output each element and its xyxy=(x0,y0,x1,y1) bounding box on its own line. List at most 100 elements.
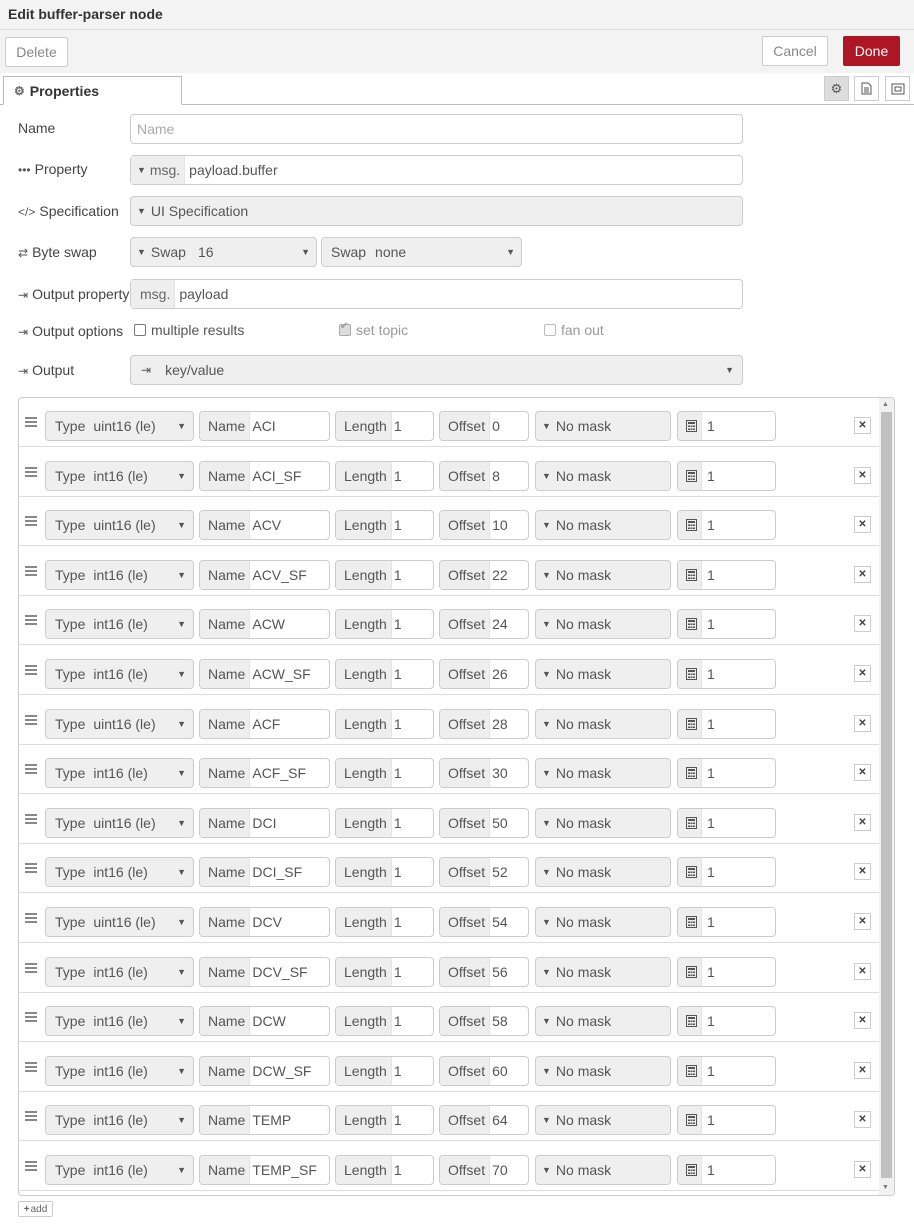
mask-select[interactable]: ▼ No mask xyxy=(535,1155,671,1185)
scale-field[interactable]: 1 xyxy=(677,1055,776,1086)
property-type-select[interactable]: ▼ msg. xyxy=(131,156,186,184)
gear-icon[interactable]: ⚙ xyxy=(824,76,849,101)
length-field[interactable]: Length 1 xyxy=(335,609,434,640)
length-field[interactable]: Length 1 xyxy=(335,807,434,838)
length-field[interactable]: Length 1 xyxy=(335,1006,434,1037)
grip-icon[interactable] xyxy=(25,813,37,826)
close-icon[interactable]: ✕ xyxy=(854,1111,871,1129)
length-field[interactable]: Length 1 xyxy=(335,1155,434,1185)
grip-icon[interactable] xyxy=(25,1061,37,1074)
close-icon[interactable]: ✕ xyxy=(854,615,871,633)
grip-icon[interactable] xyxy=(25,417,37,429)
offset-field[interactable]: Offset 60 xyxy=(439,1055,529,1086)
checkbox-box[interactable] xyxy=(134,324,146,336)
scale-field[interactable]: 1 xyxy=(677,659,776,689)
scale-field[interactable]: 1 xyxy=(677,758,776,789)
type-select[interactable]: Type int16 (le) ▼ xyxy=(45,559,194,590)
scrollbar[interactable]: ▲ ▼ xyxy=(879,398,894,1195)
name-field[interactable]: Name DCI_SF xyxy=(199,857,330,888)
length-field[interactable]: Length 1 xyxy=(335,659,434,689)
name-input[interactable]: Name xyxy=(130,114,743,144)
offset-field[interactable]: Offset 58 xyxy=(439,1006,529,1037)
grip-icon[interactable] xyxy=(25,1111,37,1123)
name-field[interactable]: Name DCV_SF xyxy=(199,956,330,987)
name-field[interactable]: Name TEMP xyxy=(199,1105,330,1136)
name-field[interactable]: Name DCV xyxy=(199,907,330,937)
scale-field[interactable]: 1 xyxy=(677,1105,776,1136)
grip-icon[interactable] xyxy=(25,863,37,875)
mask-select[interactable]: ▼ No mask xyxy=(535,1006,671,1037)
type-select[interactable]: Type int16 (le) ▼ xyxy=(45,609,194,640)
grip-icon[interactable] xyxy=(25,615,37,627)
name-field[interactable]: Name ACW_SF xyxy=(199,659,330,689)
scale-field[interactable]: 1 xyxy=(677,956,776,987)
close-icon[interactable]: ✕ xyxy=(854,1012,871,1030)
set-topic-checkbox[interactable]: set topic xyxy=(339,321,408,338)
type-select[interactable]: Type uint16 (le) ▼ xyxy=(45,708,194,739)
close-icon[interactable]: ✕ xyxy=(854,1161,871,1178)
delete-button[interactable]: Delete xyxy=(5,37,68,67)
length-field[interactable]: Length 1 xyxy=(335,1105,434,1136)
scale-field[interactable]: 1 xyxy=(677,907,776,937)
name-field[interactable]: Name TEMP_SF xyxy=(199,1155,330,1185)
checkbox-box[interactable] xyxy=(339,321,351,336)
grip-icon[interactable] xyxy=(25,913,37,925)
close-icon[interactable]: ✕ xyxy=(854,913,871,930)
cancel-button[interactable]: Cancel xyxy=(762,36,828,66)
close-icon[interactable]: ✕ xyxy=(854,417,871,434)
name-field[interactable]: Name DCI xyxy=(199,807,330,838)
type-select[interactable]: Type int16 (le) ▼ xyxy=(45,1155,194,1185)
mask-select[interactable]: ▼ No mask xyxy=(535,1055,671,1086)
scale-field[interactable]: 1 xyxy=(677,807,776,838)
length-field[interactable]: Length 1 xyxy=(335,559,434,590)
scale-field[interactable]: 1 xyxy=(677,1155,776,1185)
grip-icon[interactable] xyxy=(25,1012,37,1024)
mask-select[interactable]: ▼ No mask xyxy=(535,807,671,838)
name-field[interactable]: Name ACV xyxy=(199,510,330,541)
grip-icon[interactable] xyxy=(25,764,37,776)
offset-field[interactable]: Offset 22 xyxy=(439,559,529,590)
mask-select[interactable]: ▼ No mask xyxy=(535,708,671,739)
offset-field[interactable]: Offset 8 xyxy=(439,460,529,491)
type-select[interactable]: Type int16 (le) ▼ xyxy=(45,857,194,888)
grip-icon[interactable] xyxy=(25,714,37,727)
name-field[interactable]: Name ACF_SF xyxy=(199,758,330,789)
close-icon[interactable]: ✕ xyxy=(854,962,871,980)
type-select[interactable]: Type uint16 (le) ▼ xyxy=(45,510,194,541)
offset-field[interactable]: Offset 28 xyxy=(439,708,529,739)
type-select[interactable]: Type int16 (le) ▼ xyxy=(45,460,194,491)
grip-icon[interactable] xyxy=(25,466,37,479)
mask-select[interactable]: ▼ No mask xyxy=(535,956,671,987)
offset-field[interactable]: Offset 0 xyxy=(439,411,529,441)
length-field[interactable]: Length 1 xyxy=(335,460,434,491)
grip-icon[interactable] xyxy=(25,665,37,677)
grip-icon[interactable] xyxy=(25,516,37,528)
type-select[interactable]: Type int16 (le) ▼ xyxy=(45,659,194,689)
mask-select[interactable]: ▼ No mask xyxy=(535,460,671,491)
swap2-select[interactable]: Swap none ▼ xyxy=(321,237,522,267)
output-property-input[interactable]: msg. payload xyxy=(130,279,743,309)
length-field[interactable]: Length 1 xyxy=(335,510,434,541)
offset-field[interactable]: Offset 10 xyxy=(439,510,529,541)
scale-field[interactable]: 1 xyxy=(677,1006,776,1037)
close-icon[interactable]: ✕ xyxy=(854,714,871,732)
mask-select[interactable]: ▼ No mask xyxy=(535,659,671,689)
type-select[interactable]: Type int16 (le) ▼ xyxy=(45,1006,194,1037)
scale-field[interactable]: 1 xyxy=(677,857,776,888)
mask-select[interactable]: ▼ No mask xyxy=(535,758,671,789)
close-icon[interactable]: ✕ xyxy=(854,516,871,534)
tab-properties[interactable]: ⚙ Properties xyxy=(3,76,182,105)
close-icon[interactable]: ✕ xyxy=(854,813,871,831)
fan-out-checkbox[interactable]: fan out xyxy=(544,322,604,338)
mask-select[interactable]: ▼ No mask xyxy=(535,510,671,541)
name-field[interactable]: Name ACV_SF xyxy=(199,559,330,590)
scale-field[interactable]: 1 xyxy=(677,411,776,441)
offset-field[interactable]: Offset 30 xyxy=(439,758,529,789)
spec-select[interactable]: ▼ UI Specification xyxy=(130,196,743,226)
grip-icon[interactable] xyxy=(25,1161,37,1173)
close-icon[interactable]: ✕ xyxy=(854,565,871,583)
mask-select[interactable]: ▼ No mask xyxy=(535,559,671,590)
length-field[interactable]: Length 1 xyxy=(335,708,434,739)
type-select[interactable]: Type int16 (le) ▼ xyxy=(45,1055,194,1086)
name-field[interactable]: Name DCW xyxy=(199,1006,330,1037)
